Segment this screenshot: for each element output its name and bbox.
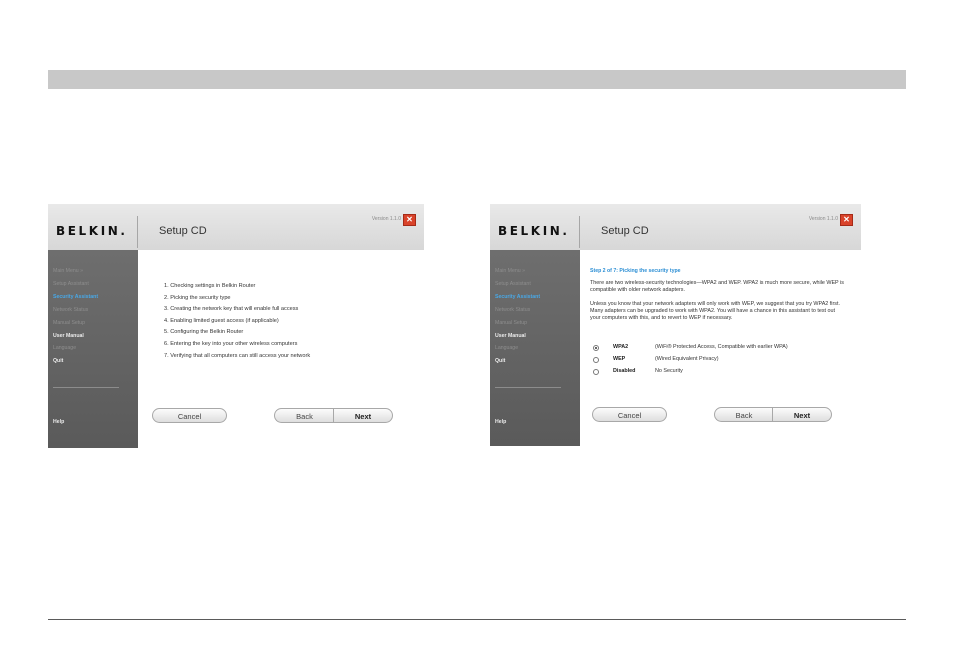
- sidebar-item-setup-assistant[interactable]: Setup Assistant: [495, 281, 531, 287]
- sidebar-divider: [495, 387, 561, 388]
- sidebar-item-main-menu[interactable]: Main Menu »: [495, 268, 525, 274]
- intro-paragraph: There are two wireless-security technolo…: [590, 280, 844, 293]
- close-icon[interactable]: ✕: [403, 214, 416, 226]
- sidebar-item-language[interactable]: Language: [495, 345, 518, 351]
- window-header: BELKIN. Setup CD Version 1.1.0 ✕: [48, 204, 424, 250]
- sidebar-item-manual-setup[interactable]: Manual Setup: [495, 320, 527, 326]
- radio-wpa2[interactable]: [593, 345, 599, 351]
- list-item: 6. Entering the key into your other wire…: [164, 340, 298, 347]
- list-item: 4. Enabling limited guest access (if app…: [164, 317, 279, 324]
- top-band: [48, 70, 906, 89]
- app-title: Setup CD: [159, 225, 207, 237]
- option-label-disabled: Disabled: [613, 368, 636, 374]
- header-divider: [137, 216, 138, 248]
- list-item: 3. Creating the network key that will en…: [164, 306, 299, 313]
- list-item: 5. Configuring the Belkin Router: [164, 329, 244, 336]
- sidebar-item-manual-setup[interactable]: Manual Setup: [53, 320, 85, 326]
- sidebar-item-network-status[interactable]: Network Status: [53, 307, 88, 313]
- cancel-button[interactable]: Cancel: [152, 408, 227, 423]
- list-item: 2. Picking the security type: [164, 294, 231, 301]
- list-item: 1. Checking settings in Belkin Router: [164, 283, 256, 289]
- header-divider: [579, 216, 580, 248]
- belkin-logo: BELKIN.: [498, 224, 570, 238]
- sidebar-item-main-menu[interactable]: Main Menu »: [53, 268, 83, 274]
- app-title: Setup CD: [601, 225, 649, 237]
- option-label-wep: WEP: [613, 356, 626, 362]
- sidebar-item-language[interactable]: Language: [53, 345, 76, 351]
- next-button[interactable]: Next: [334, 408, 393, 423]
- option-label-wpa2: WPA2: [613, 344, 629, 350]
- version-label: Version 1.1.0: [371, 216, 401, 222]
- sidebar-item-user-manual[interactable]: User Manual: [495, 333, 526, 339]
- option-desc-wep: (Wired Equivalent Privacy): [655, 356, 719, 362]
- sidebar-item-user-manual[interactable]: User Manual: [53, 333, 84, 339]
- sidebar: Main Menu » Setup Assistant Security Ass…: [48, 250, 138, 448]
- list-item: 7. Verifying that all computers can stil…: [164, 352, 311, 359]
- cancel-button[interactable]: Cancel: [592, 407, 667, 422]
- sidebar-item-quit[interactable]: Quit: [495, 358, 505, 364]
- steps-list: 1. Checking settings in Belkin Router 2.…: [164, 281, 310, 362]
- window-header: BELKIN. Setup CD Version 1.1.0 ✕: [490, 204, 861, 250]
- sidebar-item-quit[interactable]: Quit: [53, 358, 63, 364]
- option-desc-wpa2: (WiFi® Protected Access, Compatible with…: [655, 344, 788, 350]
- belkin-logo: BELKIN.: [56, 224, 128, 238]
- radio-disabled[interactable]: [593, 369, 599, 375]
- back-button[interactable]: Back: [274, 408, 334, 423]
- sidebar-help-link[interactable]: Help: [495, 419, 506, 425]
- option-desc-disabled: No Security: [655, 368, 683, 374]
- sidebar-help-link[interactable]: Help: [53, 419, 64, 425]
- close-icon[interactable]: ✕: [840, 214, 853, 226]
- version-label: Version 1.1.0: [808, 216, 838, 222]
- advice-paragraph: Unless you know that your network adapte…: [590, 301, 840, 321]
- bottom-rule: [48, 619, 906, 620]
- sidebar-item-security-assistant[interactable]: Security Assistant: [53, 294, 98, 300]
- back-button[interactable]: Back: [714, 407, 773, 422]
- sidebar-item-security-assistant[interactable]: Security Assistant: [495, 294, 540, 300]
- step-header: Step 2 of 7: Picking the security type: [590, 268, 681, 274]
- sidebar: Main Menu » Setup Assistant Security Ass…: [490, 250, 580, 446]
- sidebar-item-network-status[interactable]: Network Status: [495, 307, 530, 313]
- next-button[interactable]: Next: [773, 407, 832, 422]
- sidebar-item-setup-assistant[interactable]: Setup Assistant: [53, 281, 89, 287]
- sidebar-divider: [53, 387, 119, 388]
- radio-wep[interactable]: [593, 357, 599, 363]
- setup-window-security-type: BELKIN. Setup CD Version 1.1.0 ✕ Main Me…: [490, 204, 861, 446]
- setup-window-overview: BELKIN. Setup CD Version 1.1.0 ✕ Main Me…: [48, 204, 424, 448]
